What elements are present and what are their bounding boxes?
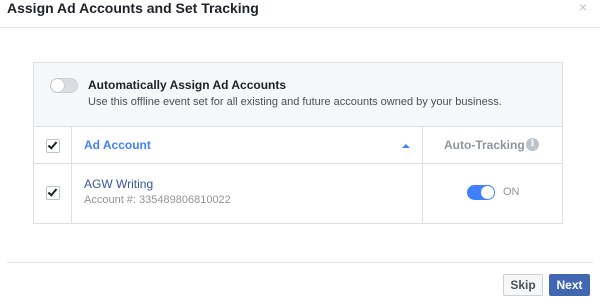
next-button[interactable]: Next	[549, 274, 590, 296]
footer-divider	[7, 262, 593, 263]
auto-tracking-column-header: Auto-Tracking i	[422, 127, 562, 163]
toggle-knob	[481, 186, 494, 199]
row-checkbox[interactable]	[46, 186, 60, 200]
auto-tracking-toggle[interactable]	[467, 185, 495, 200]
row-check-cell	[34, 164, 72, 223]
auto-assign-section: Automatically Assign Ad Accounts Use thi…	[34, 63, 562, 127]
skip-button[interactable]: Skip	[503, 274, 543, 296]
tracking-cell: ON	[422, 164, 562, 223]
info-icon[interactable]: i	[526, 138, 539, 151]
header-check-cell	[34, 127, 72, 163]
auto-assign-description: Use this offline event set for all exist…	[88, 96, 502, 108]
header-divider	[0, 27, 600, 28]
auto-assign-title: Automatically Assign Ad Accounts	[88, 78, 287, 92]
dialog-header: Assign Ad Accounts and Set Tracking ×	[0, 0, 600, 28]
auto-assign-toggle[interactable]	[50, 78, 78, 93]
toggle-knob	[51, 79, 64, 92]
ad-account-header-label[interactable]: Ad Account	[84, 138, 151, 152]
account-cell: AGW Writing Account #: 335489806810022	[72, 164, 422, 223]
ad-accounts-panel: Automatically Assign Ad Accounts Use thi…	[33, 62, 563, 224]
checkbox-check-icon	[47, 139, 58, 150]
checkbox-check-icon	[47, 186, 58, 197]
select-all-checkbox[interactable]	[46, 139, 60, 153]
sort-arrow-up-icon[interactable]	[402, 144, 410, 148]
account-name-link[interactable]: AGW Writing	[84, 177, 153, 191]
tracking-status-label: ON	[503, 186, 520, 198]
dialog-title: Assign Ad Accounts and Set Tracking	[7, 0, 259, 16]
table-header: Ad Account Auto-Tracking i	[34, 127, 562, 164]
auto-tracking-header-label: Auto-Tracking	[444, 138, 525, 152]
account-id: Account #: 335489806810022	[84, 194, 231, 206]
close-icon[interactable]: ×	[576, 0, 590, 14]
ad-account-column-header[interactable]: Ad Account	[72, 127, 422, 163]
table-row: AGW Writing Account #: 335489806810022 O…	[34, 164, 562, 223]
